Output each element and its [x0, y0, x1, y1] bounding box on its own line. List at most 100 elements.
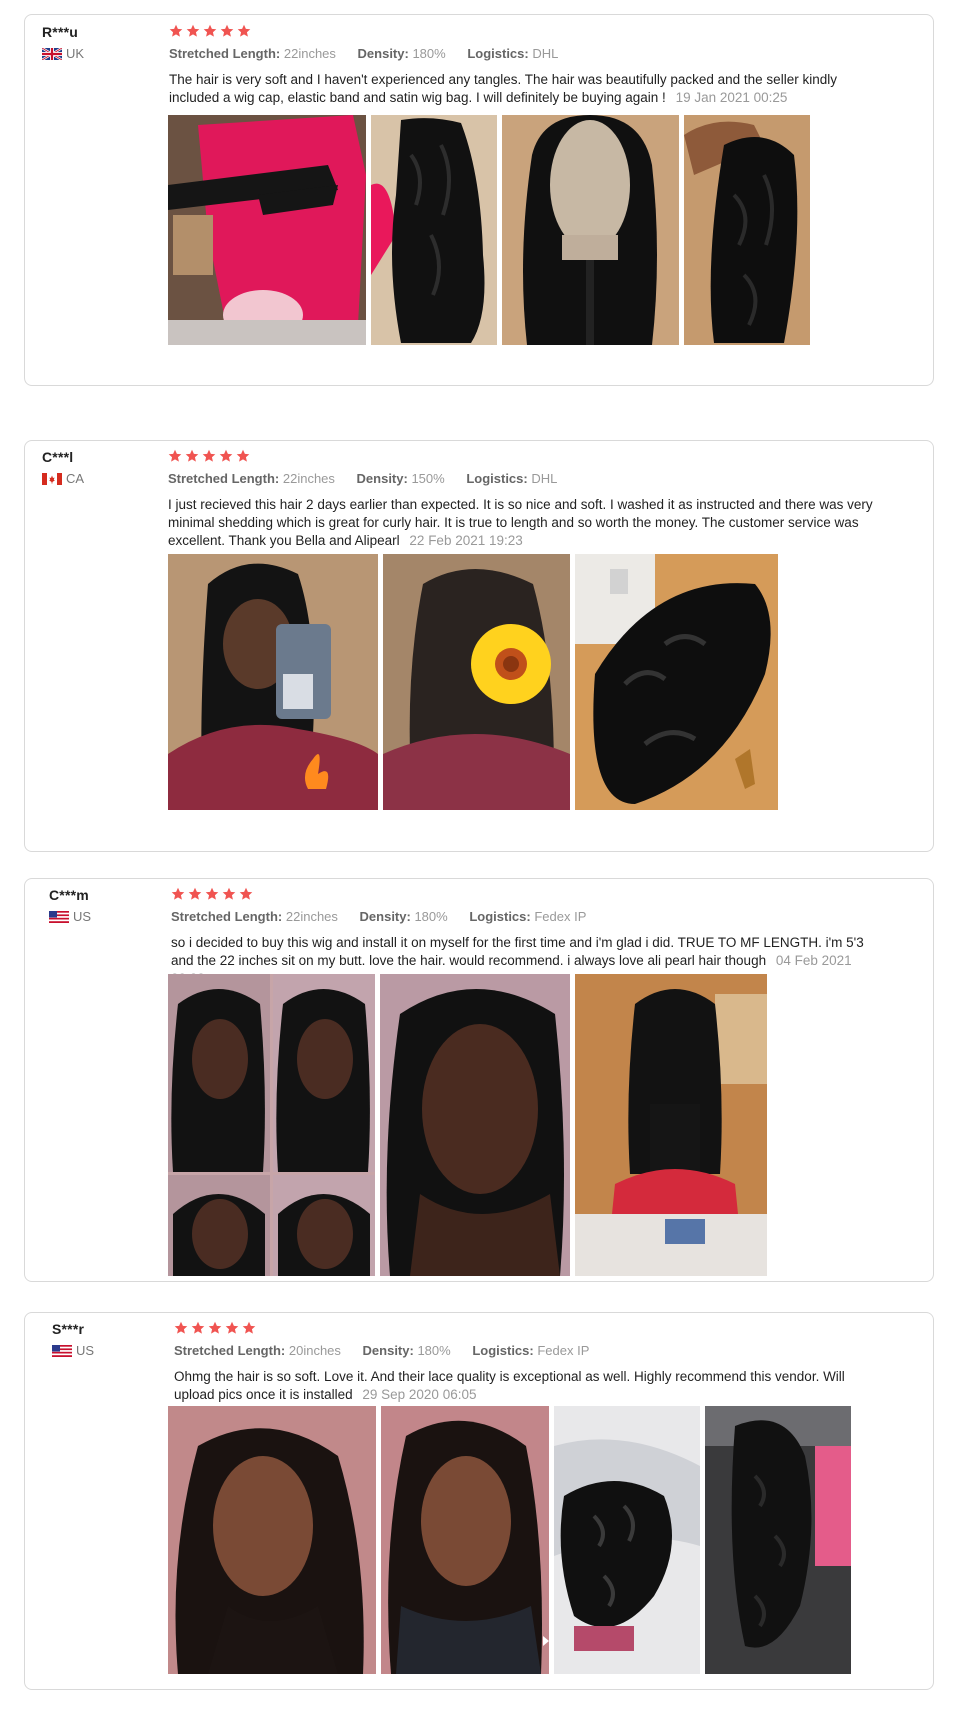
review-card: S***r US Stretched Length: 20inches Dens…: [24, 1312, 934, 1690]
star-icon: [171, 887, 185, 900]
sku-info: Stretched Length: 20inches Density: 180%…: [174, 1343, 864, 1358]
us-flag-icon: [52, 1344, 72, 1357]
review-photo[interactable]: [383, 554, 570, 810]
reviewer-name: R***u: [42, 24, 79, 40]
reviewer-info: C***m US: [49, 887, 169, 924]
star-rating: [174, 1321, 864, 1335]
density-label: Density:: [356, 471, 408, 486]
review-photo[interactable]: [168, 554, 378, 810]
length-label: Stretched Length:: [174, 1343, 286, 1358]
density-label: Density:: [357, 46, 409, 61]
country-code: US: [76, 1343, 95, 1358]
review-date: 29 Sep 2020 06:05: [362, 1387, 477, 1402]
length-label: Stretched Length:: [169, 46, 281, 61]
review-photo[interactable]: [168, 1406, 376, 1674]
review-date: 19 Jan 2021 00:25: [675, 90, 788, 105]
logistics-value: Fedex IP: [537, 1343, 590, 1358]
star-rating: [169, 24, 889, 38]
country-code: US: [73, 909, 92, 924]
density-value: 180%: [414, 909, 448, 924]
review-photo[interactable]: [502, 115, 679, 345]
star-icon: [208, 1321, 222, 1334]
density-value: 180%: [417, 1343, 451, 1358]
star-icon: [174, 1321, 188, 1334]
sku-info: Stretched Length: 22inches Density: 150%…: [168, 471, 898, 486]
star-icon: [236, 449, 250, 462]
star-icon: [169, 24, 183, 37]
review-photo[interactable]: [380, 974, 570, 1276]
star-icon: [219, 449, 233, 462]
us-flag-icon: [49, 910, 69, 923]
review-photo[interactable]: [371, 115, 497, 345]
logistics-label: Logistics:: [469, 909, 531, 924]
density-label: Density:: [362, 1343, 414, 1358]
review-card: C***l CA Stretched Length: 22inches Dens…: [24, 440, 934, 852]
logistics-value: DHL: [531, 471, 558, 486]
logistics-label: Logistics:: [472, 1343, 534, 1358]
logistics-value: DHL: [532, 46, 559, 61]
review-photo[interactable]: [381, 1406, 549, 1674]
length-value: 22inches: [282, 471, 335, 486]
country-code: CA: [66, 471, 85, 486]
length-value: 20inches: [288, 1343, 341, 1358]
reviewer-country: US: [49, 909, 169, 924]
star-icon: [186, 24, 200, 37]
review-photo[interactable]: [168, 974, 375, 1276]
star-icon: [239, 887, 253, 900]
reviewer-info: C***l CA: [42, 449, 162, 486]
star-icon: [222, 887, 236, 900]
star-icon: [168, 449, 182, 462]
star-rating: [171, 887, 871, 901]
reviewer-name: C***m: [49, 887, 89, 903]
review-date: 22 Feb 2021 19:23: [409, 533, 523, 548]
reviewer-name: C***l: [42, 449, 74, 465]
review-content: Stretched Length: 22inches Density: 180%…: [169, 24, 889, 107]
star-icon: [185, 449, 199, 462]
review-text-block: Ohmg the hair is so soft. Love it. And t…: [174, 1368, 864, 1404]
country-code: UK: [66, 46, 85, 61]
star-icon: [220, 24, 234, 37]
review-text: Ohmg the hair is so soft. Love it. And t…: [174, 1369, 845, 1402]
logistics-label: Logistics:: [467, 46, 529, 61]
review-card: R***u UK Stretched Length: 22inches Dens…: [24, 14, 934, 386]
review-photo[interactable]: [554, 1406, 700, 1674]
reviewer-country: UK: [42, 46, 162, 61]
star-icon: [205, 887, 219, 900]
logistics-value: Fedex IP: [534, 909, 587, 924]
length-label: Stretched Length:: [171, 909, 283, 924]
review-photo[interactable]: [168, 115, 366, 345]
length-label: Stretched Length:: [168, 471, 280, 486]
logistics-label: Logistics:: [466, 471, 528, 486]
review-photo[interactable]: [575, 554, 778, 810]
star-icon: [191, 1321, 205, 1334]
review-photo[interactable]: [684, 115, 810, 345]
review-photo[interactable]: [705, 1406, 851, 1674]
reviewer-info: S***r US: [52, 1321, 172, 1358]
review-photo[interactable]: [575, 974, 767, 1276]
sku-info: Stretched Length: 22inches Density: 180%…: [171, 909, 871, 924]
sku-info: Stretched Length: 22inches Density: 180%…: [169, 46, 889, 61]
star-icon: [202, 449, 216, 462]
review-text: so i decided to buy this wig and install…: [171, 935, 864, 968]
ca-flag-icon: [42, 472, 62, 485]
reviewer-name: S***r: [52, 1321, 85, 1337]
star-icon: [203, 24, 217, 37]
star-rating: [168, 449, 898, 463]
review-content: Stretched Length: 22inches Density: 180%…: [171, 887, 871, 988]
reviewer-country: CA: [42, 471, 162, 486]
star-icon: [242, 1321, 256, 1334]
review-content: Stretched Length: 20inches Density: 180%…: [174, 1321, 864, 1404]
star-icon: [225, 1321, 239, 1334]
length-value: 22inches: [283, 46, 336, 61]
review-content: Stretched Length: 22inches Density: 150%…: [168, 449, 898, 550]
reviewer-info: R***u UK: [42, 24, 162, 61]
star-icon: [237, 24, 251, 37]
density-value: 150%: [411, 471, 445, 486]
review-text-block: I just recieved this hair 2 days earlier…: [168, 496, 898, 550]
review-card: C***m US Stretched Length: 22inches Dens…: [24, 878, 934, 1282]
density-value: 180%: [412, 46, 446, 61]
uk-flag-icon: [42, 47, 62, 60]
review-text-block: The hair is very soft and I haven't expe…: [169, 71, 889, 107]
star-icon: [188, 887, 202, 900]
length-value: 22inches: [285, 909, 338, 924]
